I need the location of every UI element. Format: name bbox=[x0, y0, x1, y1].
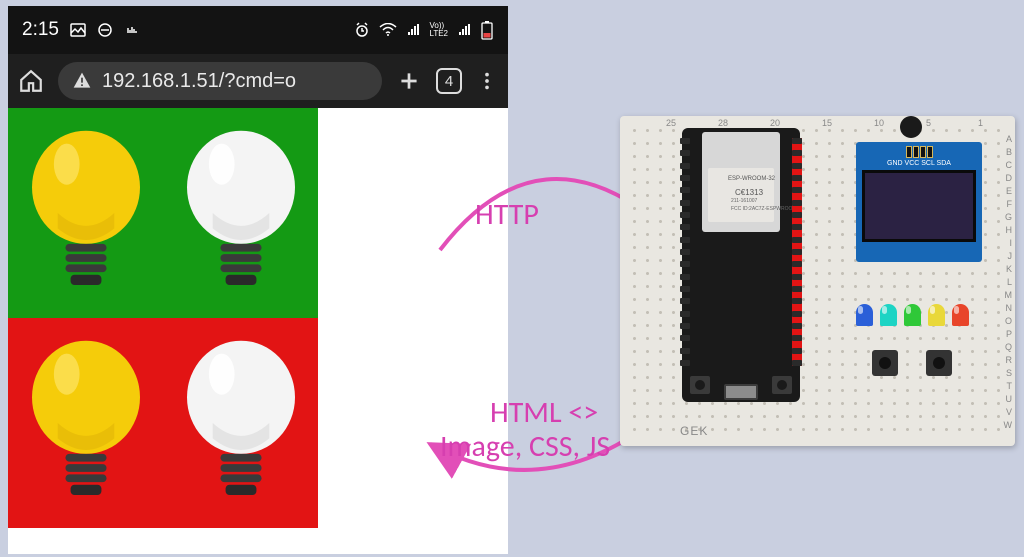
image-icon bbox=[70, 22, 86, 38]
oled-pins-label: GND VCC SCL SDA bbox=[856, 160, 982, 167]
pin-label: 20 bbox=[770, 118, 780, 128]
pin-label: 10 bbox=[874, 118, 884, 128]
pin-label: 5 bbox=[926, 118, 931, 128]
row-label: C bbox=[1006, 160, 1013, 170]
row-label: V bbox=[1006, 407, 1012, 417]
row-label: D bbox=[1006, 173, 1013, 183]
row-label: B bbox=[1006, 147, 1012, 157]
led-yellow bbox=[928, 304, 945, 326]
alarm-icon bbox=[354, 22, 370, 38]
url-text: 192.168.1.51/?cmd=o bbox=[102, 70, 296, 93]
row-label: S bbox=[1006, 368, 1012, 378]
oled-module: GND VCC SCL SDA bbox=[856, 142, 982, 262]
warning-icon bbox=[72, 71, 92, 91]
capacitor bbox=[900, 116, 922, 138]
row-label: K bbox=[1006, 264, 1012, 274]
row-label: H bbox=[1006, 225, 1013, 235]
row-label: R bbox=[1006, 355, 1013, 365]
url-bar[interactable]: 192.168.1.51/?cmd=o bbox=[58, 62, 382, 100]
battery-icon bbox=[480, 20, 494, 40]
clock: 2:15 bbox=[22, 19, 59, 41]
esp-id: 211-161007 bbox=[731, 198, 757, 204]
vibrate-icon bbox=[124, 23, 140, 37]
ce-label: C€1313 bbox=[735, 188, 763, 197]
wifi-icon bbox=[379, 23, 397, 37]
http-label: HTTP bbox=[475, 196, 539, 233]
pin-label: 28 bbox=[718, 118, 728, 128]
push-button-1[interactable] bbox=[872, 350, 898, 376]
row-label: P bbox=[1006, 329, 1012, 339]
row-label: T bbox=[1007, 381, 1013, 391]
row-label: U bbox=[1006, 394, 1013, 404]
pin-label: 1 bbox=[978, 118, 983, 128]
dnd-icon bbox=[97, 22, 113, 38]
home-icon[interactable] bbox=[18, 68, 44, 94]
lte-label: Vo))LTE2 bbox=[429, 22, 448, 38]
esp32-module: ESP-WROOM-32 C€1313 211-161007 FCC ID:2A… bbox=[682, 128, 800, 402]
pin-label: 15 bbox=[822, 118, 832, 128]
board-label: GEK bbox=[680, 424, 708, 438]
led-cyan bbox=[880, 304, 897, 326]
row-label: G bbox=[1005, 212, 1012, 222]
esp-name: ESP-WROOM-32 bbox=[728, 176, 775, 182]
led-blue bbox=[856, 304, 873, 326]
bulb-on-red[interactable] bbox=[8, 318, 163, 528]
row-label: I bbox=[1009, 238, 1012, 248]
bulb-on-green[interactable] bbox=[8, 108, 163, 318]
menu-icon[interactable] bbox=[476, 70, 498, 92]
row-label: M bbox=[1005, 290, 1013, 300]
boot-button[interactable] bbox=[690, 376, 710, 394]
bulb-grid bbox=[8, 108, 318, 528]
dev-board: GEK ESP-WROOM-32 C€1313 211-161007 FCC I… bbox=[620, 116, 1015, 446]
led-green bbox=[904, 304, 921, 326]
signal-2-icon bbox=[457, 23, 471, 37]
row-label: L bbox=[1007, 277, 1012, 287]
row-label: A bbox=[1006, 134, 1012, 144]
en-button[interactable] bbox=[772, 376, 792, 394]
row-label: J bbox=[1008, 251, 1013, 261]
tab-count[interactable]: 4 bbox=[436, 68, 462, 94]
new-tab-icon[interactable] bbox=[396, 68, 422, 94]
bulb-off-red[interactable] bbox=[163, 318, 318, 528]
status-bar: 2:15 Vo))LTE2 bbox=[8, 6, 508, 54]
row-label: N bbox=[1006, 303, 1013, 313]
browser-bar: 192.168.1.51/?cmd=o 4 bbox=[8, 54, 508, 108]
row-label: O bbox=[1005, 316, 1012, 326]
push-button-2[interactable] bbox=[926, 350, 952, 376]
oled-screen bbox=[862, 170, 976, 242]
assets-label: Image, CSS, JS bbox=[440, 428, 610, 465]
signal-icon bbox=[406, 23, 420, 37]
row-label: Q bbox=[1005, 342, 1012, 352]
row-label: E bbox=[1006, 186, 1012, 196]
row-label: F bbox=[1007, 199, 1013, 209]
led-red bbox=[952, 304, 969, 326]
html-label: HTML <> bbox=[490, 394, 598, 431]
bulb-off-green[interactable] bbox=[163, 108, 318, 318]
pin-label: 25 bbox=[666, 118, 676, 128]
row-label: W bbox=[1004, 420, 1013, 430]
usb-port bbox=[724, 384, 758, 400]
